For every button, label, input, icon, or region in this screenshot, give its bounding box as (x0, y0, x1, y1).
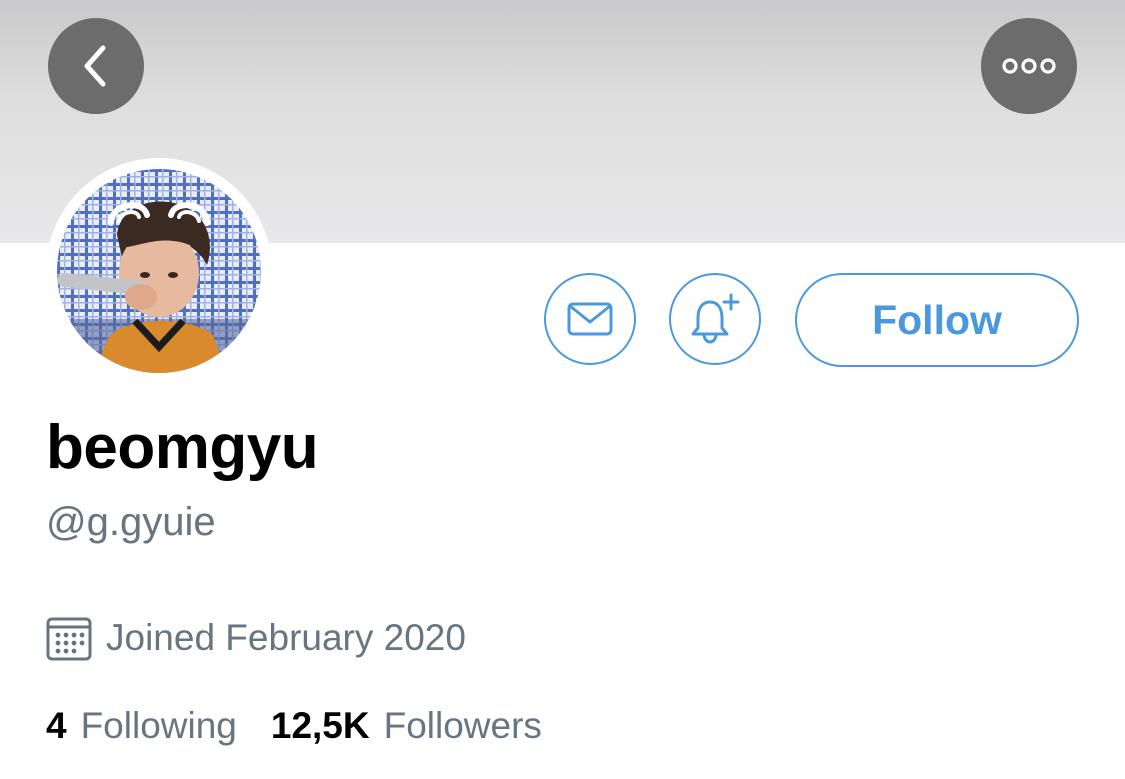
message-button[interactable] (544, 273, 636, 365)
joined-date: Joined February 2020 (106, 617, 466, 658)
profile-page: Follow beomgyu @g.gyuie Joined February … (0, 0, 1125, 779)
chevron-left-icon (84, 45, 106, 87)
followers-label: Followers (383, 705, 542, 746)
followers-stat[interactable]: 12,5K Followers (271, 705, 542, 747)
avatar[interactable] (57, 169, 261, 373)
profile-handle: @g.gyuie (46, 500, 216, 544)
follow-stats: 4 Following 12,5K Followers (46, 705, 542, 747)
bell-plus-icon (691, 293, 740, 344)
following-count: 4 (46, 705, 67, 746)
more-options-button[interactable] (981, 18, 1077, 114)
calendar-icon (46, 617, 92, 661)
avatar-frame (46, 158, 272, 384)
more-horizontal-icon (1002, 58, 1056, 74)
follow-button[interactable]: Follow (795, 273, 1079, 367)
back-button[interactable] (48, 18, 144, 114)
joined-info: Joined February 2020 (46, 612, 466, 664)
display-name: beomgyu (46, 413, 319, 482)
notifications-button[interactable] (669, 273, 761, 365)
avatar-photo (57, 169, 261, 373)
following-label: Following (80, 705, 237, 746)
followers-count: 12,5K (270, 705, 370, 746)
envelope-icon (567, 302, 613, 336)
following-stat[interactable]: 4 Following (46, 705, 237, 747)
